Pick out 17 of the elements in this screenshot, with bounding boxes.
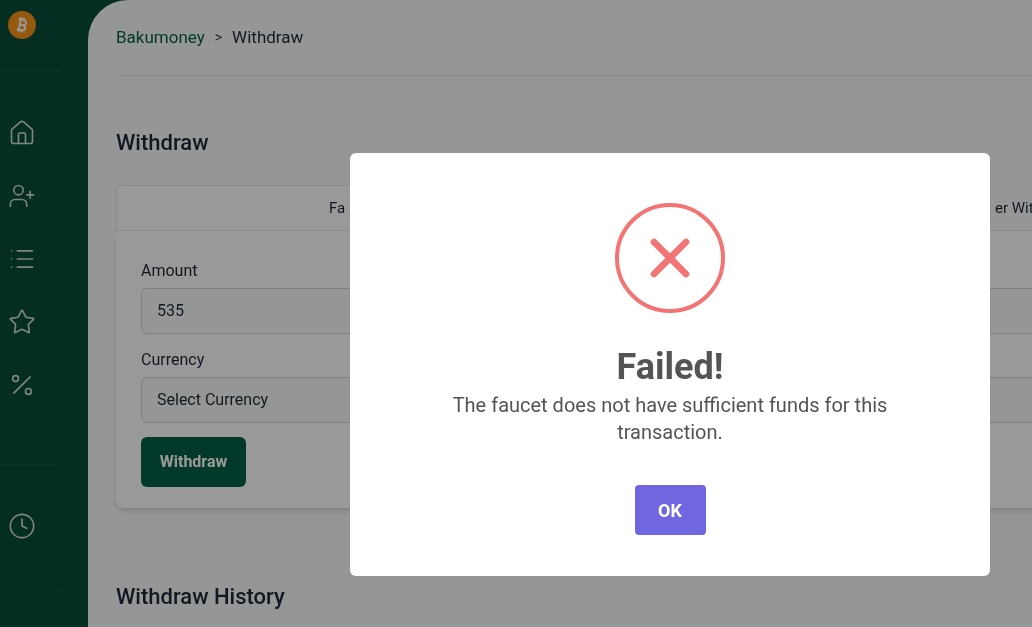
- field-label: Amount: [141, 260, 198, 282]
- field-label: Currency: [141, 349, 205, 371]
- section-heading: Withdraw History: [116, 583, 286, 611]
- error-icon: [615, 203, 725, 313]
- breadcrumb-current: Withdraw: [232, 25, 304, 49]
- page-heading: Withdraw: [116, 129, 210, 157]
- dialog-title: Failed!: [616, 345, 724, 390]
- add-user-icon[interactable]: [8, 182, 36, 210]
- bitcoin-logo-icon: [8, 11, 36, 39]
- ok-button[interactable]: OK: [634, 485, 706, 535]
- withdraw-button[interactable]: Withdraw: [141, 437, 246, 487]
- clock-icon[interactable]: [8, 512, 36, 540]
- dialog-message: The faucet does not have sufficient funds for this transaction.: [451, 392, 889, 446]
- star-icon[interactable]: [8, 308, 36, 336]
- breadcrumb-link[interactable]: Bakumoney: [116, 24, 205, 51]
- home-icon[interactable]: [8, 119, 36, 147]
- breadcrumb-separator: >: [214, 28, 223, 47]
